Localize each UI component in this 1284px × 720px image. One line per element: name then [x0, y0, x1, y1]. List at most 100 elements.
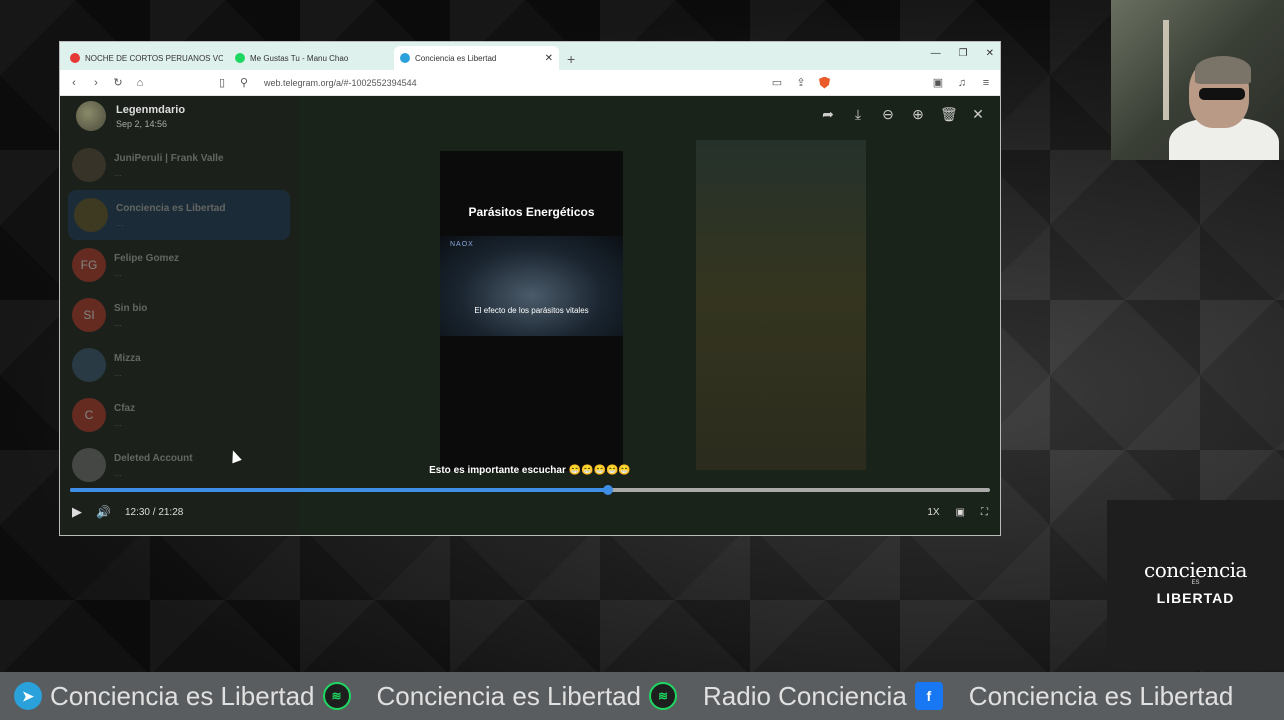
avatar: [72, 148, 106, 182]
url-field[interactable]: web.telegram.org/a/#-1002552394544: [264, 78, 417, 88]
chat-list-item[interactable]: FG Felipe Gomez...: [60, 240, 298, 290]
chat-name: JuniPeruli | Frank Valle: [114, 152, 224, 164]
bookmark-icon[interactable]: ▯: [216, 76, 228, 89]
viewer-header: Legenmdario Sep 2, 14:56 ➦ ⤓ ⊖ ⊕ 🗑 ✕: [60, 96, 1000, 136]
sender-name[interactable]: Legenmdario: [116, 104, 185, 116]
tab-title: Conciencia es Libertad: [415, 53, 497, 63]
brand-logo-bottom: LIBERTAD: [1156, 590, 1235, 606]
zoom-out-icon[interactable]: ⊖: [880, 106, 896, 123]
avatar[interactable]: [76, 101, 106, 131]
spotify-icon: ≋: [649, 682, 677, 710]
forward-icon[interactable]: ›: [90, 77, 102, 89]
download-icon[interactable]: ⤓: [850, 106, 866, 123]
chat-list-item[interactable]: Conciencia es Libertad...: [68, 190, 290, 240]
chat-name: Mizza: [114, 352, 141, 364]
chat-list-item[interactable]: C Cfaz...: [60, 390, 298, 440]
video-logo: NAOX: [450, 241, 474, 248]
chat-list-item-text: Felipe Gomez...: [114, 253, 286, 278]
chat-list-item[interactable]: Mizza...: [60, 340, 298, 390]
chat-list-item[interactable]: SI Sin bio...: [60, 290, 298, 340]
fullscreen-icon[interactable]: ⛶: [981, 507, 988, 518]
avatar: C: [72, 398, 106, 432]
avatar: FG: [72, 248, 106, 282]
ticker-text: Conciencia es Libertad: [50, 680, 315, 711]
media-icon[interactable]: ♫: [956, 77, 968, 89]
chat-name: Deleted Account: [114, 452, 193, 464]
close-tab-icon[interactable]: ✕: [545, 53, 553, 64]
maximize-icon[interactable]: ❐: [959, 48, 968, 59]
viewer-tools: ➦ ⤓ ⊖ ⊕ 🗑 ✕: [820, 106, 986, 123]
sunglasses: [1199, 88, 1245, 100]
video-title: Parásitos Energéticos: [468, 205, 595, 219]
person-cap: [1195, 56, 1251, 84]
new-tab-button[interactable]: +: [559, 51, 583, 70]
avatar: [72, 348, 106, 382]
chat-preview: ...: [114, 167, 122, 178]
reader-mode-icon[interactable]: ▭: [771, 76, 783, 89]
chat-name: Sin bio: [114, 302, 148, 314]
share-icon[interactable]: ➦: [820, 106, 836, 123]
ticker-text: Conciencia es Libertad: [968, 680, 1234, 711]
pip-icon[interactable]: ▣: [956, 507, 965, 518]
tab-title: Me Gustas Tu - Manu Chao: [250, 53, 349, 63]
telegram-icon: ➤: [14, 682, 42, 710]
tab-youtube[interactable]: NOCHE DE CORTOS PERUANOS VOL: [64, 46, 229, 70]
video-image: [440, 236, 623, 336]
tab-spotify[interactable]: Me Gustas Tu - Manu Chao: [229, 46, 394, 70]
media-viewer: JuniPeruli | Frank Valle... Conciencia es…: [60, 96, 1000, 535]
address-bar: ‹ › ↻ ⌂ ▯ ⚲ web.telegram.org/a/#-1002552…: [60, 70, 1000, 96]
message-date: Sep 2, 14:56: [116, 118, 168, 129]
window-controls: — ❐ ✕: [931, 48, 994, 59]
guitar-neck: [1163, 20, 1169, 120]
chat-list-item[interactable]: JuniPeruli | Frank Valle...: [60, 140, 298, 190]
youtube-icon: [70, 53, 80, 63]
facebook-icon: f: [914, 682, 943, 710]
delete-icon[interactable]: 🗑: [940, 106, 958, 123]
brand-logo-es: ES: [1191, 580, 1200, 586]
chat-name: Conciencia es Libertad: [116, 202, 226, 214]
background-post-image: [696, 140, 866, 470]
browser-window: NOCHE DE CORTOS PERUANOS VOL Me Gustas T…: [59, 41, 1001, 536]
webcam-overlay: [1111, 0, 1284, 160]
site-info-icon[interactable]: ⚲: [238, 76, 250, 89]
tab-telegram[interactable]: Conciencia es Libertad ✕: [394, 46, 559, 70]
spotify-icon: ≋: [322, 682, 351, 710]
chat-preview: ...: [114, 367, 122, 378]
chat-list-item-text: JuniPeruli | Frank Valle...: [114, 153, 286, 178]
video-subtitle: El efecto de los parásitos vitales: [474, 306, 589, 315]
play-icon[interactable]: ▶: [72, 504, 82, 520]
chat-name: Cfaz: [114, 402, 136, 414]
avatar: [74, 198, 108, 232]
share-page-icon[interactable]: ⇪: [795, 76, 807, 89]
chat-preview: ...: [114, 417, 122, 428]
brave-shield-icon[interactable]: [819, 76, 830, 89]
chat-list-item-text: Sin bio...: [114, 303, 286, 328]
video-progress-bar[interactable]: [70, 485, 990, 495]
close-icon[interactable]: ✕: [970, 106, 986, 123]
video-frame[interactable]: Parásitos Energéticos NAOX El efecto de …: [440, 151, 623, 471]
menu-icon[interactable]: ≡: [980, 77, 992, 89]
back-icon[interactable]: ‹: [68, 77, 80, 89]
chat-preview: ...: [116, 217, 124, 228]
brand-logo-top: conciencia: [1144, 558, 1247, 582]
reload-icon[interactable]: ↻: [112, 76, 124, 89]
volume-icon[interactable]: 🔊: [96, 505, 111, 519]
address-bar-actions: ▭ ⇪ ▣ ♫ ≡: [771, 76, 992, 89]
video-controls: ▶ 🔊 12:30 / 21:28 1X ▣ ⛶: [72, 502, 988, 522]
chat-name: Felipe Gomez: [114, 252, 180, 264]
speed-button[interactable]: 1X: [927, 507, 939, 518]
avatar: SI: [72, 298, 106, 332]
minimize-icon[interactable]: —: [931, 48, 941, 59]
ticker-text: Conciencia es Libertad: [376, 680, 642, 711]
chat-preview: ...: [114, 317, 122, 328]
time-display: 12:30 / 21:28: [124, 506, 184, 518]
chat-list-item-text: Conciencia es Libertad...: [116, 203, 284, 228]
chat-preview: ...: [114, 267, 122, 278]
home-icon[interactable]: ⌂: [134, 77, 146, 89]
telegram-icon: [400, 53, 410, 63]
close-window-icon[interactable]: ✕: [986, 48, 994, 59]
wallet-icon[interactable]: ▣: [932, 76, 944, 89]
zoom-in-icon[interactable]: ⊕: [910, 106, 926, 123]
tab-bar: NOCHE DE CORTOS PERUANOS VOL Me Gustas T…: [60, 42, 1000, 70]
ticker-text: Radio Conciencia: [703, 680, 907, 711]
